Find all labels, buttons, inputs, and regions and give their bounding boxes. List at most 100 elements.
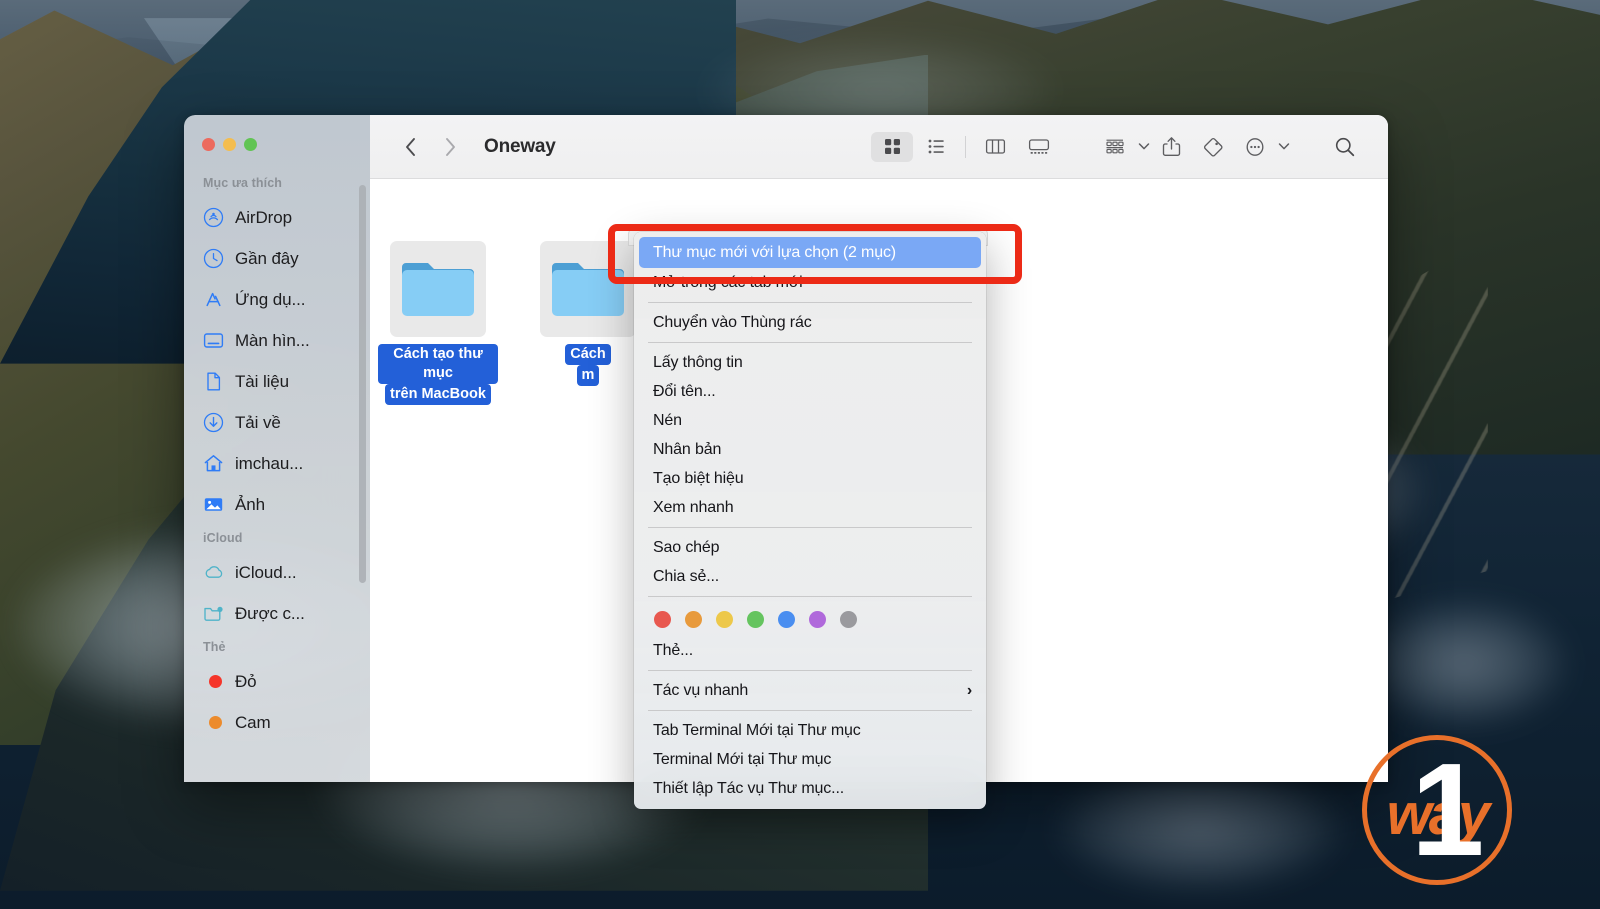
clock-icon [203, 248, 224, 269]
cloud-icon [203, 562, 224, 583]
file-label-line1: Cách [565, 344, 610, 365]
menu-item-label: Sao chép [653, 539, 719, 557]
icon-view-button[interactable] [871, 132, 913, 162]
menu-item[interactable]: Tab Terminal Mới tại Thư mục [634, 716, 986, 745]
sidebar-section-header: iCloud [184, 525, 370, 552]
window-controls [184, 115, 370, 151]
file-thumbnail [540, 241, 636, 337]
file-label-line1: Cách tạo thư mục [378, 344, 498, 384]
chevron-down-icon [1278, 142, 1290, 151]
tag-color-swatch[interactable] [809, 611, 826, 628]
close-button[interactable] [202, 138, 215, 151]
sidebar-sections: Mục ưa thích AirDrop Gần đây Ứng dụ... M… [184, 151, 370, 743]
tag-color-swatch[interactable] [685, 611, 702, 628]
tag-dot-icon-wrap [203, 712, 224, 733]
sidebar-item-[interactable]: Đỏ [184, 661, 370, 702]
sidebar-item-t-i-li-u[interactable]: Tài liệu [184, 361, 370, 402]
wallpaper-cloud [1360, 600, 1568, 727]
sidebar-item-ng-d[interactable]: Ứng dụ... [184, 279, 370, 320]
tag-color-swatch[interactable] [654, 611, 671, 628]
context-menu: Thư mục mới với lựa chọn (2 mục) Mở trong… [634, 232, 986, 809]
menu-item-label: Nén [653, 412, 682, 430]
download-icon-wrap [203, 412, 224, 433]
menu-item-label: Tab Terminal Mới tại Thư mục [653, 722, 861, 740]
menu-item[interactable]: Chia sẻ... [634, 562, 986, 591]
tag-color-swatch[interactable] [840, 611, 857, 628]
menu-separator [648, 596, 972, 597]
tag-color-swatch[interactable] [778, 611, 795, 628]
group-by-button[interactable] [1094, 132, 1150, 162]
menu-item[interactable]: Chuyển vào Thùng rác [634, 308, 986, 337]
minimize-button[interactable] [223, 138, 236, 151]
photos-icon [203, 494, 224, 515]
sidebar-item-m-n-h-n[interactable]: Màn hìn... [184, 320, 370, 361]
menu-separator [648, 670, 972, 671]
sidebar-scrollbar[interactable] [359, 185, 366, 583]
page-title: Oneway [484, 136, 556, 158]
menu-item-label: Nhân bản [653, 441, 721, 459]
sidebar-section-header: Mục ưa thích [184, 170, 370, 197]
column-view-button[interactable] [974, 132, 1016, 162]
menu-item[interactable]: Đổi tên... [634, 377, 986, 406]
menu-item[interactable]: Nhân bản [634, 435, 986, 464]
tag-color-swatch[interactable] [716, 611, 733, 628]
sidebar-item-nh[interactable]: Ảnh [184, 484, 370, 525]
gallery-view-button[interactable] [1018, 132, 1060, 162]
chevron-right-icon: › [967, 682, 972, 700]
folder-icon [549, 257, 627, 321]
sidebar-item-label: Tài liệu [235, 372, 289, 392]
photos-icon-wrap [203, 494, 224, 515]
menu-item[interactable]: Nén [634, 406, 986, 435]
menu-separator [648, 527, 972, 528]
sidebar-item-icloud[interactable]: iCloud... [184, 552, 370, 593]
file-item[interactable]: Cáchm [528, 241, 648, 386]
menu-item-label: Thiết lập Tác vụ Thư mục... [653, 780, 844, 798]
menu-item[interactable]: Tạo biệt hiệu [634, 464, 986, 493]
share-button[interactable] [1150, 132, 1192, 162]
view-switcher [871, 132, 1060, 162]
sidebar-item-t-i-v[interactable]: Tải về [184, 402, 370, 443]
file-item[interactable]: Cách tạo thư mụctrên MacBook [378, 241, 498, 405]
menu-item[interactable]: Tác vụ nhanh › [634, 676, 986, 705]
tag-color-swatch[interactable] [747, 611, 764, 628]
more-actions-button[interactable] [1234, 132, 1290, 162]
sidebar-item-g-n-y[interactable]: Gần đây [184, 238, 370, 279]
forward-button[interactable] [430, 130, 470, 164]
menu-item[interactable]: Terminal Mới tại Thư mục [634, 745, 986, 774]
menu-item[interactable]: Thẻ... [634, 636, 986, 665]
menu-item-label: Thư mục mới với lựa chọn (2 mục) [653, 244, 896, 262]
menu-item[interactable]: Thư mục mới với lựa chọn (2 mục) [639, 237, 981, 268]
shared-folder-icon [203, 603, 224, 624]
sidebar-item-c-c[interactable]: Được c... [184, 593, 370, 634]
grid-icon [883, 137, 902, 156]
menu-item-label: Terminal Mới tại Thư mục [653, 751, 831, 769]
menu-item-label: Tác vụ nhanh [653, 682, 748, 700]
tags-button[interactable] [1192, 132, 1234, 162]
forward-icon [444, 137, 457, 157]
home-icon-wrap [203, 453, 224, 474]
sidebar-item-label: Ứng dụ... [235, 290, 305, 310]
sidebar-item-airdrop[interactable]: AirDrop [184, 197, 370, 238]
menu-separator [648, 710, 972, 711]
menu-item[interactable]: Mở trong các tab mới [634, 268, 986, 297]
menu-item[interactable]: Lấy thông tin [634, 348, 986, 377]
file-label: Cách tạo thư mụctrên MacBook [378, 344, 498, 405]
shared-folder-icon-wrap [203, 603, 224, 624]
group-icon [1104, 137, 1126, 156]
maximize-button[interactable] [244, 138, 257, 151]
menu-item[interactable]: Xem nhanh [634, 493, 986, 522]
menu-item[interactable]: Thiết lập Tác vụ Thư mục... [634, 774, 986, 803]
list-view-button[interactable] [915, 132, 957, 162]
list-icon [927, 137, 946, 156]
document-icon [203, 371, 224, 392]
sidebar-item-imchau[interactable]: imchau... [184, 443, 370, 484]
sidebar-item-label: Ảnh [235, 495, 265, 515]
menu-item[interactable]: Sao chép [634, 533, 986, 562]
file-thumbnail [390, 241, 486, 337]
cloud-icon-wrap [203, 562, 224, 583]
search-icon [1334, 136, 1356, 158]
back-button[interactable] [390, 130, 430, 164]
search-button[interactable] [1324, 132, 1366, 162]
tag-dot-icon [209, 675, 222, 688]
sidebar-item-cam[interactable]: Cam [184, 702, 370, 743]
